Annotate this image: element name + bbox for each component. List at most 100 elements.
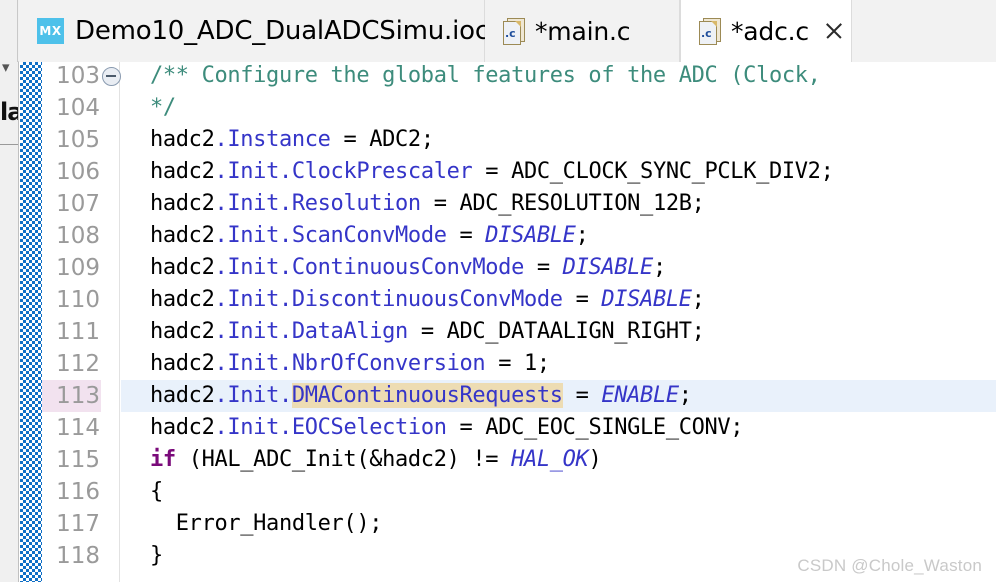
code-token: */ bbox=[150, 95, 176, 120]
close-icon[interactable] bbox=[823, 20, 845, 42]
code-token: (HAL_ADC_Init(&hadc2) != bbox=[175, 447, 512, 472]
code-line[interactable]: hadc2.Init.ContinuousConvMode = DISABLE; bbox=[121, 252, 996, 284]
code-line[interactable]: } bbox=[121, 540, 996, 572]
line-number-row[interactable]: 116 bbox=[42, 476, 120, 508]
code-token: hadc2 bbox=[150, 287, 215, 312]
line-number-gutter[interactable]: 103 104 105 106 107 108 109 110 111 112 113 114 115 1… bbox=[42, 62, 121, 582]
code-token: .Init bbox=[214, 191, 279, 216]
code-token: = ADC_CLOCK_SYNC_PCLK_DIV2; bbox=[472, 159, 834, 184]
tab-demo10-adc-dualadcsimu-ioc[interactable]: MX Demo10_ADC_DualADCSimu.ioc bbox=[19, 0, 489, 62]
line-number: 107 bbox=[56, 191, 100, 217]
code-line[interactable]: hadc2.Init.EOCSelection = ADC_EOC_SINGLE… bbox=[121, 412, 996, 444]
adjacent-panel-edge: ▾ la bbox=[0, 62, 19, 582]
tab-adc-c[interactable]: .c *adc.c bbox=[680, 0, 852, 62]
line-number-row[interactable]: 109 bbox=[42, 252, 120, 284]
code-token: ENABLE bbox=[601, 383, 679, 408]
code-token: = bbox=[562, 383, 602, 408]
line-number-row[interactable]: 110 bbox=[42, 284, 120, 316]
code-line[interactable]: hadc2.Init.Resolution = ADC_RESOLUTION_1… bbox=[121, 188, 996, 220]
line-number-row[interactable]: 117 bbox=[42, 508, 120, 540]
code-line[interactable]: hadc2.Init.DMAContinuousRequests = ENABL… bbox=[121, 380, 996, 412]
code-line[interactable]: */ bbox=[121, 92, 996, 124]
code-token: hadc2 bbox=[150, 351, 215, 376]
line-number-row[interactable]: 113 bbox=[42, 380, 120, 412]
code-token: { bbox=[150, 479, 163, 504]
code-token: DISABLE bbox=[601, 287, 692, 312]
code-token: .Resolution bbox=[278, 191, 421, 216]
code-token: = bbox=[523, 255, 563, 280]
code-line[interactable]: hadc2.Init.DiscontinuousConvMode = DISAB… bbox=[121, 284, 996, 316]
line-number: 108 bbox=[56, 223, 100, 249]
line-number: 115 bbox=[56, 447, 100, 473]
code-token: .Init bbox=[214, 255, 279, 280]
c-file-icon: .c bbox=[699, 17, 721, 45]
code-token: .ContinuousConvMode bbox=[278, 255, 524, 280]
line-number: 110 bbox=[56, 287, 100, 313]
c-file-icon-letter: .c bbox=[701, 26, 712, 40]
code-token: ) bbox=[588, 447, 602, 472]
code-token: hadc2 bbox=[150, 191, 215, 216]
code-editor: ▾ la 103 104 105 106 107 108 109 110 111 112 113 11… bbox=[0, 62, 996, 582]
line-number: 109 bbox=[56, 255, 100, 281]
code-token: = ADC_DATAALIGN_RIGHT; bbox=[407, 319, 705, 344]
code-token: = bbox=[562, 287, 602, 312]
left-panel-sliver bbox=[0, 0, 18, 62]
code-token: hadc2 bbox=[150, 223, 215, 248]
code-token: .DataAlign bbox=[278, 319, 408, 344]
edge-glyph-lower: la bbox=[0, 98, 18, 126]
line-number: 113 bbox=[42, 380, 101, 412]
code-token: = 1; bbox=[485, 351, 550, 376]
line-number-row[interactable]: 106 bbox=[42, 156, 120, 188]
code-token: = bbox=[446, 223, 486, 248]
code-line[interactable]: hadc2.Init.DataAlign = ADC_DATAALIGN_RIG… bbox=[121, 316, 996, 348]
tab-main-c[interactable]: .c *main.c bbox=[485, 0, 680, 62]
line-number: 104 bbox=[56, 95, 100, 121]
line-number-row[interactable]: 105 bbox=[42, 124, 120, 156]
line-number-row[interactable]: 111 bbox=[42, 316, 120, 348]
code-line[interactable]: if (HAL_ADC_Init(&hadc2) != HAL_OK) bbox=[121, 444, 996, 476]
editor-tab-bar: MX Demo10_ADC_DualADCSimu.ioc .c *main.c… bbox=[0, 0, 996, 62]
code-token: .Init bbox=[214, 351, 279, 376]
code-line[interactable]: Error_Handler(); bbox=[121, 508, 996, 540]
c-file-icon-letter: .c bbox=[505, 26, 516, 40]
line-number-row[interactable]: 107 bbox=[42, 188, 120, 220]
code-token: = ADC_RESOLUTION_12B; bbox=[420, 191, 705, 216]
code-line[interactable]: hadc2.Init.NbrOfConversion = 1; bbox=[121, 348, 996, 380]
code-line[interactable]: /** Configure the global features of the… bbox=[121, 62, 996, 92]
code-token: = ADC2; bbox=[330, 127, 434, 152]
code-token: if bbox=[150, 447, 176, 472]
ide-editor-window: MX Demo10_ADC_DualADCSimu.ioc .c *main.c… bbox=[0, 0, 996, 582]
line-number-row[interactable]: 118 bbox=[42, 540, 120, 572]
code-token: hadc2 bbox=[150, 383, 215, 408]
edge-glyph-upper: ▾ bbox=[2, 62, 10, 76]
code-line[interactable]: hadc2.Init.ClockPrescaler = ADC_CLOCK_SY… bbox=[121, 156, 996, 188]
tab-label-adc-c: *adc.c bbox=[731, 16, 809, 46]
c-file-icon-folded-corner bbox=[711, 20, 717, 27]
code-token: .Init bbox=[214, 415, 279, 440]
code-token: hadc2 bbox=[150, 415, 215, 440]
code-token: /** Configure the global features of the… bbox=[150, 63, 821, 88]
line-number-row[interactable]: 115 bbox=[42, 444, 120, 476]
code-token: } bbox=[150, 543, 163, 568]
change-marker-bar[interactable] bbox=[20, 62, 42, 582]
code-token: hadc2 bbox=[150, 127, 215, 152]
edge-divider bbox=[0, 144, 18, 145]
line-number: 111 bbox=[56, 319, 100, 345]
code-token: .ClockPrescaler bbox=[278, 159, 473, 184]
tab-label-ioc: Demo10_ADC_DualADCSimu.ioc bbox=[75, 16, 489, 46]
line-number-row[interactable]: 108 bbox=[42, 220, 120, 252]
line-number-row[interactable]: 112 bbox=[42, 348, 120, 380]
code-line[interactable]: hadc2.Init.ScanConvMode = DISABLE; bbox=[121, 220, 996, 252]
code-token: .EOCSelection bbox=[278, 415, 447, 440]
code-token: HAL_OK bbox=[511, 447, 589, 472]
line-number-row[interactable]: 114 bbox=[42, 412, 120, 444]
code-text-area[interactable]: /** Configure the global features of the… bbox=[121, 62, 996, 582]
line-number-row[interactable]: 104 bbox=[42, 92, 120, 124]
line-number: 114 bbox=[56, 415, 100, 441]
code-token: = ADC_EOC_SINGLE_CONV; bbox=[446, 415, 744, 440]
line-number-row[interactable]: 103 bbox=[42, 62, 120, 92]
code-line[interactable]: hadc2.Instance = ADC2; bbox=[121, 124, 996, 156]
code-token: hadc2 bbox=[150, 255, 215, 280]
code-token: DISABLE bbox=[485, 223, 576, 248]
code-line[interactable]: { bbox=[121, 476, 996, 508]
